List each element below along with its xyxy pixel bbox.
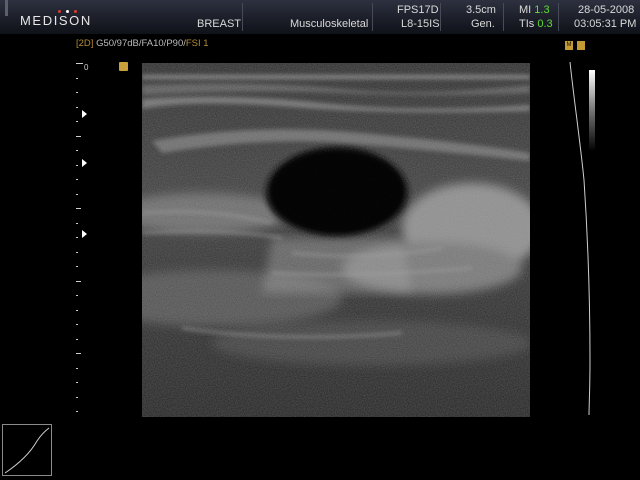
depth-scale-tick — [76, 107, 78, 108]
depth-scale-tick — [76, 353, 81, 354]
focus-marker-icon[interactable] — [82, 110, 87, 118]
tis-value: 0.3 — [537, 18, 553, 30]
ultrasound-screen: MEDISON BREAST Musculoskeletal FPS17D L8… — [0, 0, 640, 480]
depth-scale-tick — [76, 150, 78, 151]
header-separator — [242, 3, 243, 31]
depth-scale-tick — [76, 252, 78, 253]
depth-scale-tick — [76, 165, 78, 166]
probe-marker-icon: M — [565, 41, 573, 50]
depth-zero-label: 0 — [84, 63, 89, 72]
brand-logo: MEDISON — [20, 13, 92, 28]
depth-scale-tick — [76, 194, 78, 195]
depth-scale-tick — [76, 208, 81, 209]
depth-scale-tick — [76, 295, 78, 296]
header-separator — [503, 3, 504, 31]
fsi-label: FSI 1 — [185, 38, 209, 49]
depth-label: 3.5cm — [466, 4, 496, 16]
time-label: 03:05:31 PM — [574, 18, 637, 30]
mi-label: MI — [519, 4, 532, 16]
depth-scale-tick — [76, 368, 78, 369]
depth-scale-tick — [76, 411, 78, 412]
imaging-parameters: [2D] G50/97dB/FA10/P90/FSI 1 — [76, 38, 209, 49]
depth-scale-tick — [76, 324, 78, 325]
tgc-curve — [569, 61, 591, 416]
depth-scale-tick — [76, 310, 78, 311]
depth-scale-tick — [76, 223, 78, 224]
mi-readout: MI 1.3 — [519, 4, 550, 17]
depth-scale-tick — [76, 179, 78, 180]
post-processing-curve-icon[interactable] — [2, 424, 52, 476]
depth-scale-tick — [76, 121, 78, 122]
depth-scale-tick — [76, 266, 78, 267]
date-label: 28-05-2008 — [578, 4, 635, 16]
probe-marker-icon-2 — [577, 41, 585, 50]
depth-scale-tick — [76, 237, 78, 238]
tis-readout: TIs 0.3 — [519, 18, 553, 31]
depth-scale-tick — [76, 397, 78, 398]
focus-marker-icon[interactable] — [82, 159, 87, 167]
parameters-label: G50/97dB/FA10/P90/ — [93, 38, 186, 49]
ultrasound-image[interactable] — [142, 63, 530, 417]
exam-type-label: BREAST — [197, 18, 242, 30]
frame-rate-label: FPS17D — [397, 4, 439, 16]
header-separator — [440, 3, 441, 31]
ultrasound-image-graphic — [142, 63, 530, 417]
focus-marker-icon[interactable] — [82, 230, 87, 238]
probe-label: L8-15IS — [401, 18, 440, 30]
depth-scale-tick — [76, 78, 78, 79]
header-separator — [372, 3, 373, 31]
depth-scale-tick — [76, 382, 78, 383]
header-bar: MEDISON BREAST Musculoskeletal FPS17D L8… — [0, 0, 640, 34]
mi-value: 1.3 — [534, 4, 550, 16]
depth-scale-tick — [76, 92, 78, 93]
orientation-marker-icon[interactable] — [119, 62, 128, 71]
depth-scale-tick — [76, 339, 78, 340]
frequency-mode-label: Gen. — [471, 18, 495, 30]
depth-scale-tick — [76, 136, 81, 137]
depth-scale-tick — [76, 281, 81, 282]
edge-icon — [5, 0, 8, 16]
application-label: Musculoskeletal — [290, 18, 369, 30]
mode-label: [2D] — [76, 38, 94, 49]
depth-scale-tick — [76, 63, 83, 64]
tis-label: TIs — [519, 18, 535, 30]
header-separator — [558, 3, 559, 31]
